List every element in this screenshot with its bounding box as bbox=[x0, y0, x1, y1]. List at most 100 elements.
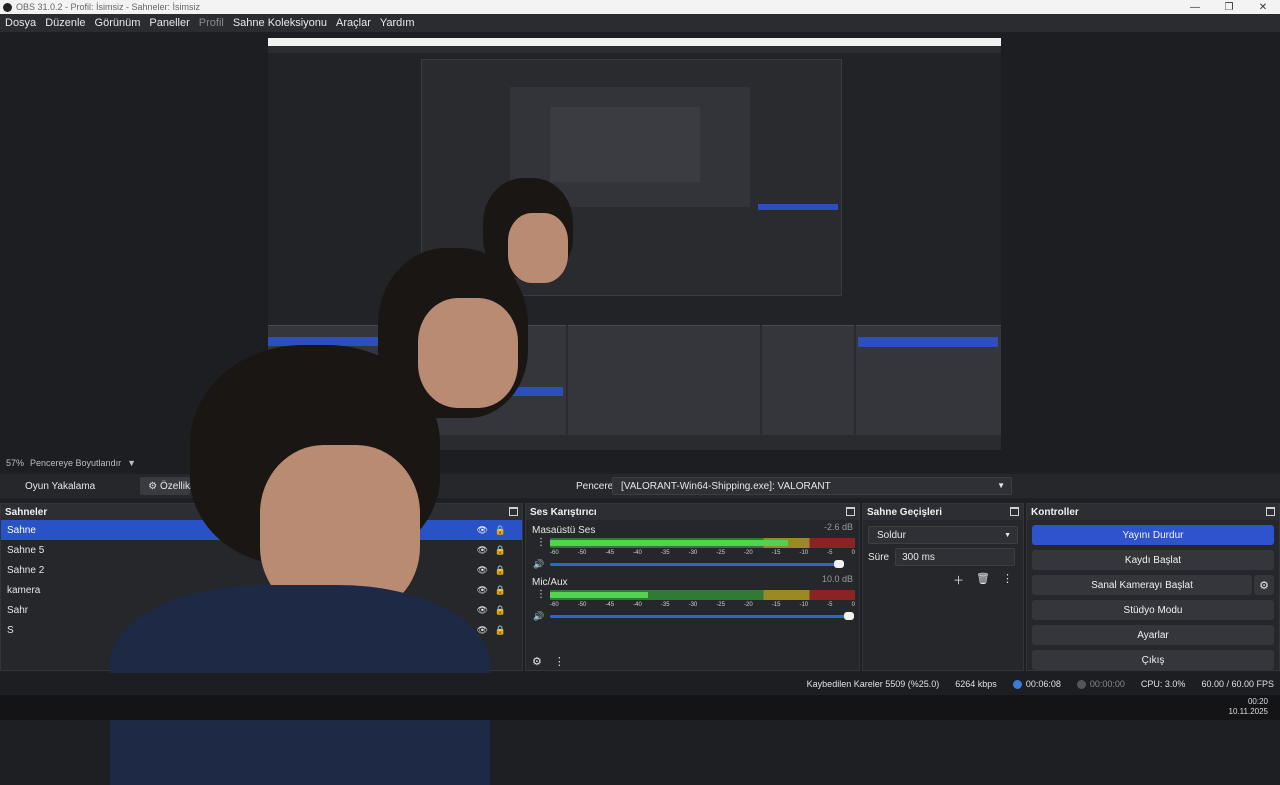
track-name: Masaüstü Ses bbox=[532, 525, 596, 536]
meter-tick-label: -10 bbox=[799, 602, 809, 608]
meter-tick-label: -25 bbox=[716, 602, 725, 608]
kebab-icon[interactable]: ⋮ bbox=[554, 655, 565, 668]
close-icon[interactable]: ✕ bbox=[1246, 2, 1280, 13]
window-label: Pencere bbox=[576, 480, 614, 492]
speaker-icon[interactable]: 🔊 bbox=[533, 559, 544, 570]
menu-gorunum[interactable]: Görünüm bbox=[92, 17, 147, 29]
stream-time-group: 00:06:08 bbox=[1012, 679, 1061, 690]
meter-fill bbox=[550, 540, 788, 546]
restore-icon[interactable]: ❐ bbox=[1212, 2, 1246, 13]
nested-preview-3 bbox=[550, 107, 700, 182]
meter-tick-label: -5 bbox=[827, 550, 833, 556]
lock-icon[interactable]: 🔒 bbox=[495, 625, 506, 636]
chevron-down-icon: ▼ bbox=[997, 481, 1005, 490]
menu-dosya[interactable]: Dosya bbox=[2, 17, 42, 29]
nested-stop-button bbox=[758, 204, 838, 210]
source-name: Oyun Yakalama bbox=[25, 480, 96, 492]
lock-icon[interactable]: 🔒 bbox=[495, 585, 506, 596]
nested-titlebar bbox=[268, 38, 1001, 46]
lock-icon[interactable]: 🔒 bbox=[495, 545, 506, 556]
speaker-icon[interactable]: 🔊 bbox=[533, 611, 544, 622]
mixer-track-mic: Mic/Aux 10.0 dB ⋮ -60 -50 -45 -40 -35 -30 -25-… bbox=[526, 572, 859, 624]
meter-tick-label: -60 bbox=[550, 550, 559, 556]
start-recording-button[interactable]: Kaydı Başlat bbox=[1032, 550, 1274, 570]
nested-menubar bbox=[268, 46, 1001, 53]
virtual-camera-row: Sanal Kamerayı Başlat ⚙ bbox=[1027, 570, 1279, 595]
track-name: Mic/Aux bbox=[532, 577, 568, 588]
meter-tick-label: -25 bbox=[716, 550, 725, 556]
fps: 60.00 / 60.00 FPS bbox=[1201, 679, 1274, 689]
dropped-frames: Kaybedilen Kareler 5509 (%25.0) bbox=[806, 679, 940, 689]
volume-meter bbox=[550, 538, 855, 548]
dock-icon[interactable] bbox=[846, 507, 855, 516]
taskbar-clock[interactable]: 00:20 10.11.2025 bbox=[1229, 697, 1268, 717]
track-db: 10.0 dB bbox=[821, 574, 853, 584]
exit-button[interactable]: Çıkış bbox=[1032, 650, 1274, 670]
zoom-percent: 57% bbox=[6, 458, 25, 468]
bitrate: 6264 kbps bbox=[955, 679, 997, 689]
dock-icon[interactable] bbox=[1266, 507, 1275, 516]
slider-knob[interactable] bbox=[834, 560, 844, 568]
virtual-camera-button[interactable]: Sanal Kamerayı Başlat bbox=[1032, 575, 1252, 595]
window-select[interactable]: [VALORANT-Win64-Shipping.exe]: VALORANT … bbox=[612, 477, 1012, 495]
transition-tools: ＋ 🗑 ⋮ bbox=[953, 572, 1013, 588]
scene-transitions-panel: Sahne Geçişleri Soldur ▼ Süre 300 ms ＋ 🗑… bbox=[862, 503, 1024, 671]
kebab-icon[interactable]: ⋮ bbox=[1002, 572, 1013, 588]
scenes-title: Sahneler bbox=[5, 506, 48, 518]
meter-tick-label: -35 bbox=[660, 550, 670, 556]
lock-icon[interactable]: 🔒 bbox=[495, 605, 506, 616]
status-bar: Kaybedilen Kareler 5509 (%25.0) 6264 kbp… bbox=[0, 673, 1280, 695]
transition-value: Soldur bbox=[877, 529, 906, 541]
meter-tick-label: -60 bbox=[550, 602, 559, 608]
gear-icon[interactable]: ⚙ bbox=[1254, 575, 1274, 595]
zoom-mode[interactable]: Pencereye Boyutlandır bbox=[30, 458, 121, 468]
kebab-icon[interactable]: ⋮ bbox=[536, 537, 546, 548]
window-titlebar: OBS 31.0.2 - Profil: İsimsiz - Sahneler:… bbox=[0, 0, 1280, 14]
menu-duzenle[interactable]: Düzenle bbox=[42, 17, 91, 29]
menu-bar: Dosya Düzenle Görünüm Paneller Profil Sa… bbox=[0, 14, 1280, 32]
meter-tick-label: -40 bbox=[633, 550, 642, 556]
properties-button[interactable]: ⚙ Özellikler bbox=[140, 477, 201, 495]
nested-stop-stream bbox=[858, 337, 998, 347]
meter-fill bbox=[550, 592, 648, 598]
kebab-icon[interactable]: ⋮ bbox=[536, 589, 546, 600]
gear-icon[interactable]: ⚙ bbox=[532, 655, 542, 668]
lock-icon[interactable]: 🔒 bbox=[495, 525, 506, 536]
volume-slider[interactable] bbox=[550, 560, 844, 568]
meter-tick-label: -40 bbox=[633, 602, 642, 608]
slider-knob[interactable] bbox=[844, 612, 854, 620]
settings-button[interactable]: Ayarlar bbox=[1032, 625, 1274, 645]
stop-stream-button[interactable]: Yayını Durdur bbox=[1032, 525, 1274, 545]
menu-araclar[interactable]: Araçlar bbox=[333, 17, 377, 29]
minimize-icon[interactable]: — bbox=[1178, 2, 1212, 13]
controls-panel: Kontroller Yayını Durdur Kaydı Başlat Sa… bbox=[1026, 503, 1280, 671]
mixer-header: Ses Karıştırıcı bbox=[526, 504, 859, 520]
plus-icon[interactable]: ＋ bbox=[953, 572, 964, 588]
studio-mode-button[interactable]: Stüdyo Modu bbox=[1032, 600, 1274, 620]
menu-sahne-koleksiyonu[interactable]: Sahne Koleksiyonu bbox=[230, 17, 333, 29]
menu-paneller[interactable]: Paneller bbox=[146, 17, 195, 29]
meter-tick-label: -45 bbox=[605, 602, 615, 608]
record-time-group: 00:00:00 bbox=[1076, 679, 1125, 690]
menu-yardim[interactable]: Yardım bbox=[377, 17, 421, 29]
nested-mixer-panel bbox=[568, 325, 760, 435]
volume-slider[interactable] bbox=[550, 612, 854, 620]
meter-ticks: -60 -50 -45 -40 -35 -30 -25 -20 -15 -10 -5 0 bbox=[550, 602, 855, 608]
trash-icon[interactable]: 🗑 bbox=[976, 572, 990, 588]
dock-icon[interactable] bbox=[509, 507, 518, 516]
meter-tick-label: 0 bbox=[851, 550, 855, 556]
duration-input[interactable]: 300 ms bbox=[895, 548, 1016, 566]
meter-tick-label: 0 bbox=[851, 602, 855, 608]
zoom-caret-icon[interactable]: ▼ bbox=[127, 458, 136, 468]
lock-icon[interactable]: 🔒 bbox=[495, 565, 506, 576]
webcam-overlay bbox=[110, 345, 490, 785]
mixer-title: Ses Karıştırıcı bbox=[530, 506, 597, 518]
transition-select[interactable]: Soldur ▼ bbox=[868, 526, 1018, 544]
controls-header: Kontroller bbox=[1027, 504, 1279, 520]
menu-profil[interactable]: Profil bbox=[196, 17, 230, 29]
track-db: -2.6 dB bbox=[823, 522, 853, 532]
gear-icon: ⚙ bbox=[148, 480, 160, 492]
nested-transitions-panel bbox=[762, 325, 854, 435]
record-status-icon bbox=[1076, 680, 1086, 690]
dock-icon[interactable] bbox=[1010, 507, 1019, 516]
